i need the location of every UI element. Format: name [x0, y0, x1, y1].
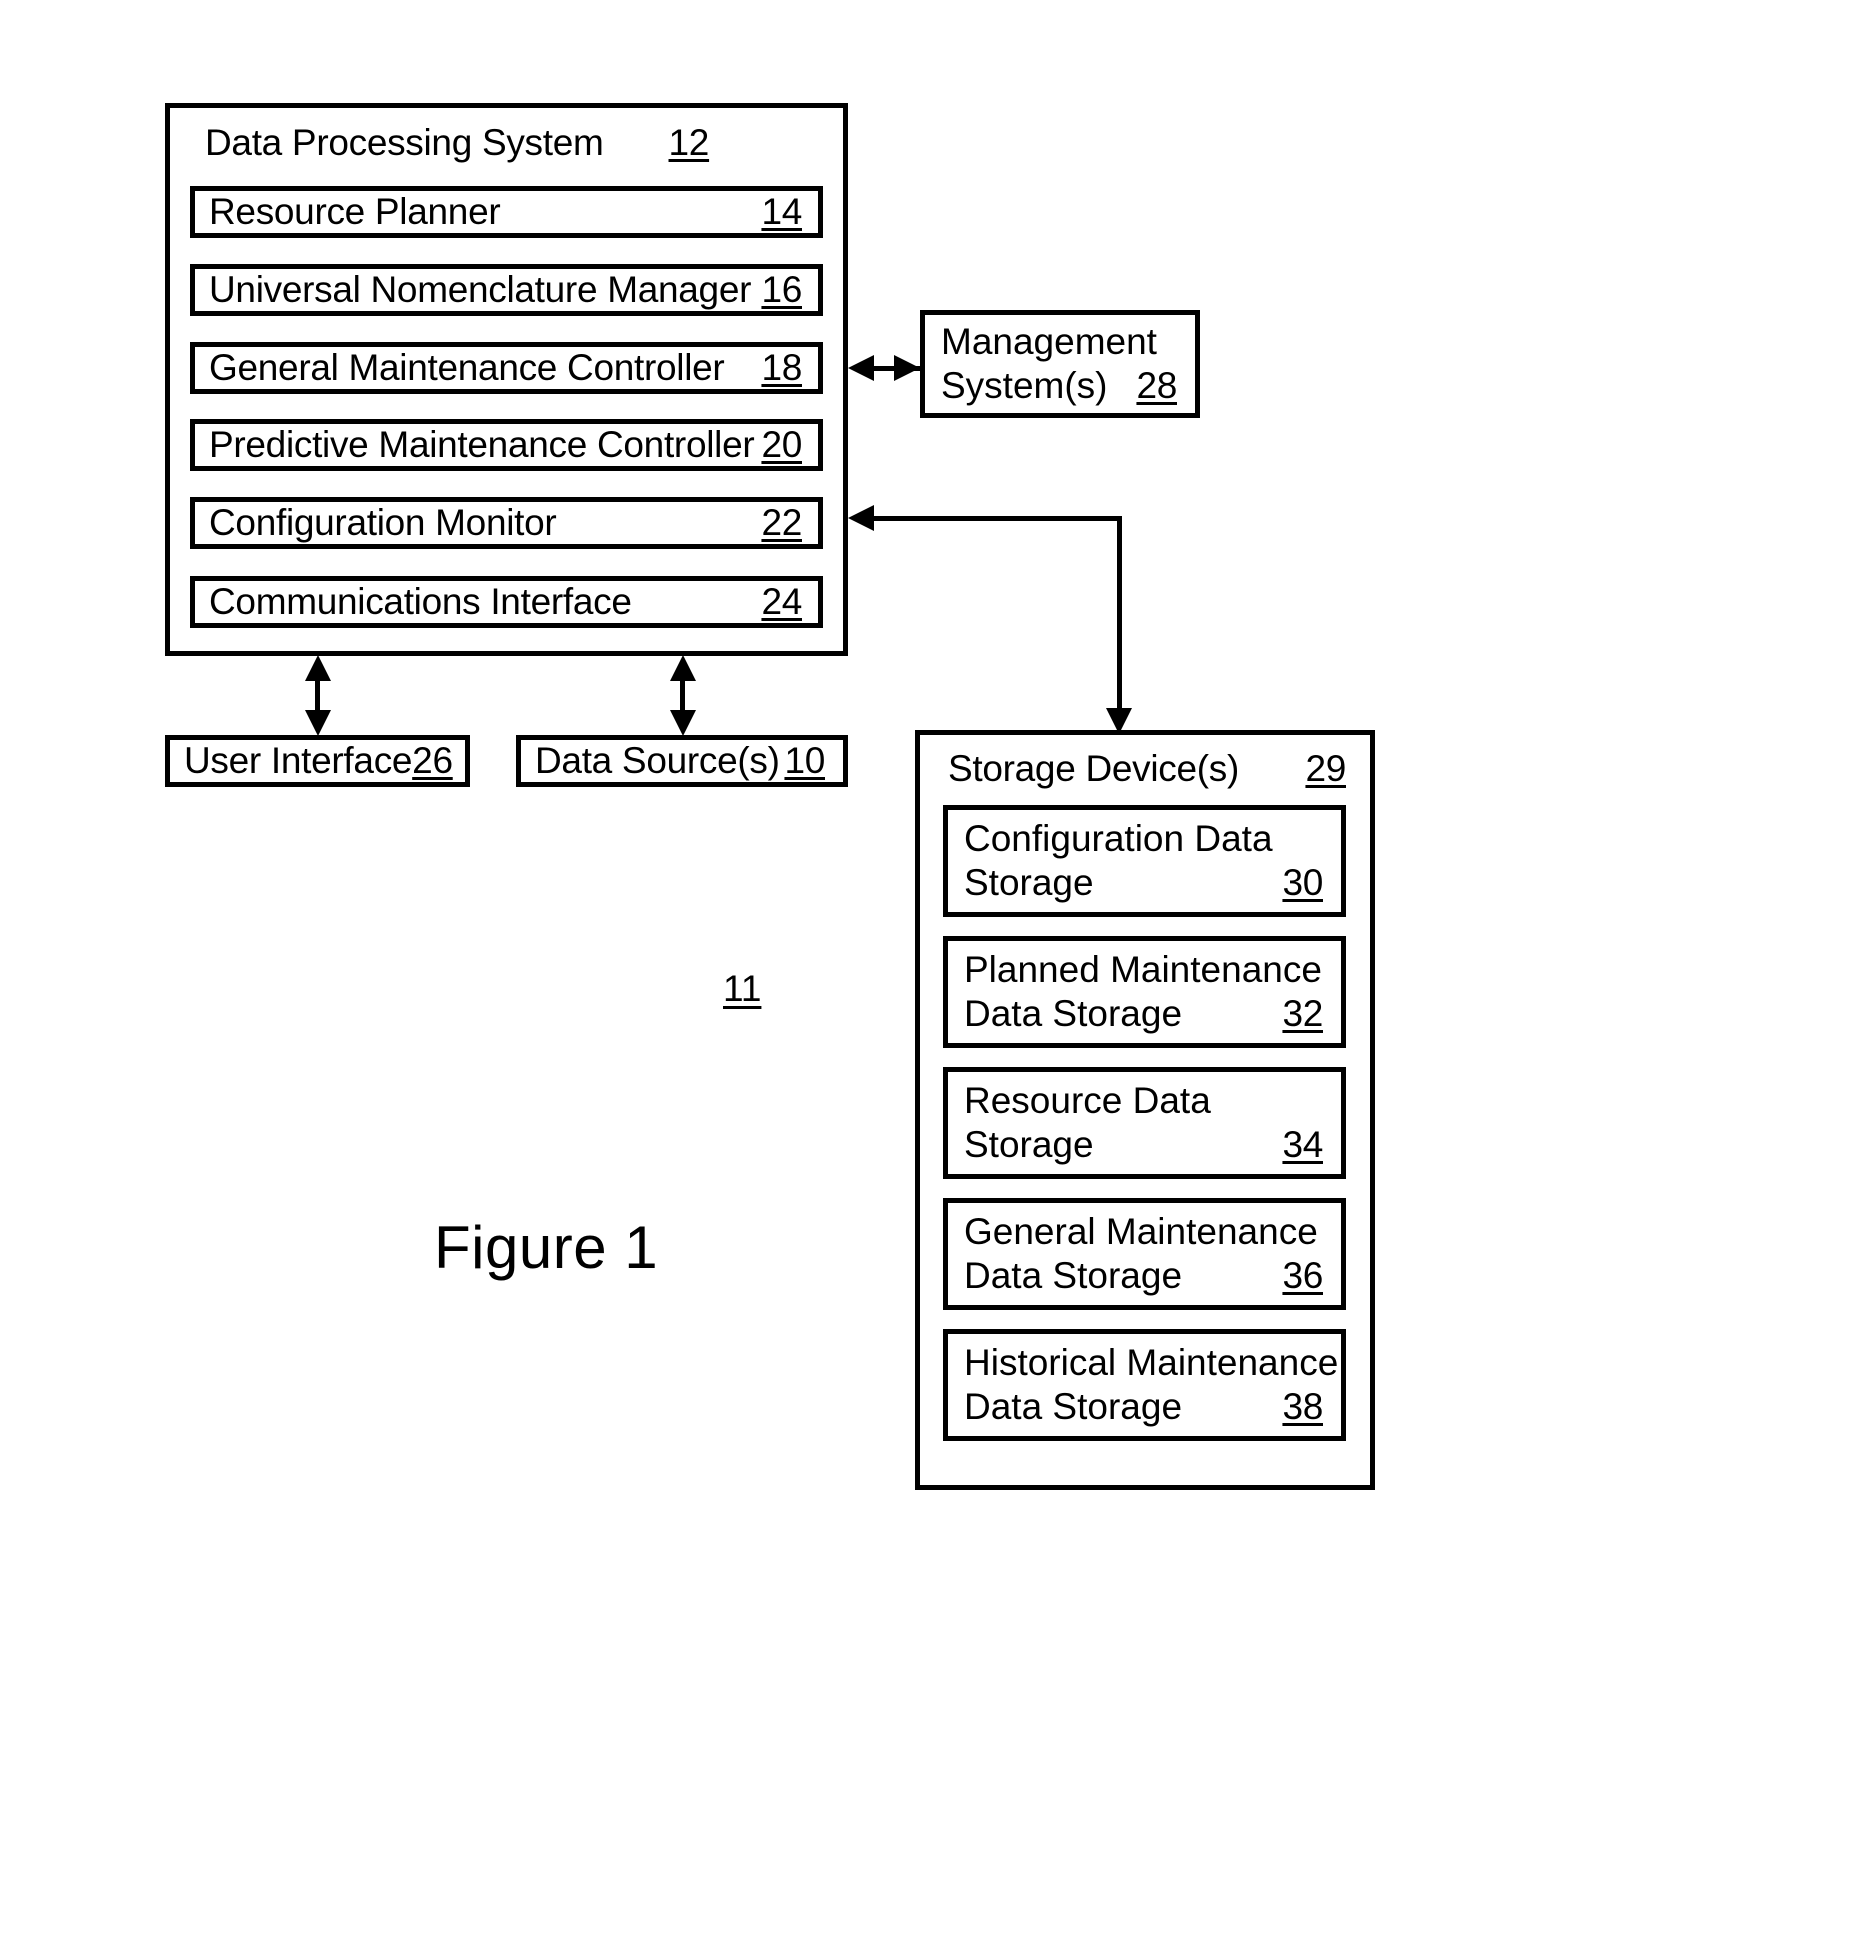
store-historical-maintenance-data-storage: Historical Maintenance Data Storage 38: [943, 1329, 1346, 1441]
module-ref: 24: [761, 581, 802, 622]
module-universal-nomenclature-manager: Universal Nomenclature Manager 16: [190, 264, 823, 316]
store-ref: 36: [1282, 1255, 1323, 1296]
module-predictive-maintenance-controller: Predictive Maintenance Controller 20: [190, 419, 823, 471]
module-label: Predictive Maintenance Controller: [209, 424, 755, 466]
storage-devices-header: Storage Device(s) 29: [948, 748, 1346, 790]
store-line2: Data Storage: [964, 993, 1183, 1034]
management-system-line2: System(s): [941, 365, 1108, 406]
system-ref-11: 11: [723, 968, 762, 1009]
data-sources-ref: 10: [784, 740, 825, 781]
data-sources-label: Data Source(s): [535, 740, 780, 782]
management-system-line1: Management: [941, 321, 1157, 363]
storage-devices-ref: 29: [1305, 748, 1346, 789]
data-processing-system-header: Data Processing System 12: [205, 122, 820, 164]
user-interface-label: User Interface: [184, 740, 413, 782]
module-general-maintenance-controller: General Maintenance Controller 18: [190, 342, 823, 394]
store-ref: 30: [1282, 862, 1323, 903]
store-general-maintenance-data-storage: General Maintenance Data Storage 36: [943, 1198, 1346, 1310]
module-ref: 16: [761, 269, 802, 310]
data-processing-system-ref: 12: [668, 122, 710, 163]
data-processing-system-title: Data Processing System: [205, 122, 604, 163]
management-system-ref: 28: [1136, 365, 1177, 406]
connector-storage-to-config-monitor-horizontal: [874, 516, 1122, 521]
store-configuration-data-storage: Configuration Data Storage 30: [943, 805, 1346, 917]
connector-trunk-vertical: [1117, 516, 1122, 714]
module-label: Universal Nomenclature Manager: [209, 269, 752, 311]
module-resource-planner: Resource Planner 14: [190, 186, 823, 238]
connector-dps-datasource-arrow-up: [670, 655, 696, 681]
connector-dps-datasource-arrow-down: [670, 710, 696, 736]
module-ref: 22: [761, 502, 802, 543]
store-line1: Configuration Data: [964, 818, 1273, 860]
connector-dps-management-arrow-right: [894, 355, 920, 381]
data-sources-box: Data Source(s) 10: [516, 735, 848, 787]
store-line2: Data Storage: [964, 1255, 1183, 1296]
module-communications-interface: Communications Interface 24: [190, 576, 823, 628]
module-label: Resource Planner: [209, 191, 501, 233]
module-label: General Maintenance Controller: [209, 347, 725, 389]
module-ref: 14: [761, 191, 802, 232]
store-resource-data-storage: Resource Data Storage 34: [943, 1067, 1346, 1179]
store-planned-maintenance-data-storage: Planned Maintenance Data Storage 32: [943, 936, 1346, 1048]
figure-caption: Figure 1: [434, 1214, 659, 1281]
module-label: Configuration Monitor: [209, 502, 557, 544]
store-line1: Historical Maintenance: [964, 1342, 1339, 1384]
storage-devices-title: Storage Device(s): [948, 748, 1240, 789]
store-line2: Storage: [964, 1124, 1094, 1165]
connector-storage-to-config-monitor-arrow: [848, 505, 874, 531]
store-line1: General Maintenance: [964, 1211, 1318, 1253]
store-line1: Resource Data: [964, 1080, 1211, 1122]
module-label: Communications Interface: [209, 581, 632, 623]
store-ref: 32: [1282, 993, 1323, 1034]
connector-dps-management-arrow-left: [848, 355, 874, 381]
connector-dps-ui-arrow-down: [305, 710, 331, 736]
store-line2: Storage: [964, 862, 1094, 903]
module-configuration-monitor: Configuration Monitor 22: [190, 497, 823, 549]
module-ref: 20: [761, 424, 802, 465]
store-line2: Data Storage: [964, 1386, 1183, 1427]
connector-dps-ui-arrow-up: [305, 655, 331, 681]
module-ref: 18: [761, 347, 802, 388]
store-ref: 38: [1282, 1386, 1323, 1427]
store-ref: 34: [1282, 1124, 1323, 1165]
user-interface-box: User Interface 26: [165, 735, 470, 787]
user-interface-ref: 26: [412, 740, 453, 781]
store-line1: Planned Maintenance: [964, 949, 1322, 991]
management-system-box: Management System(s) 28: [920, 310, 1200, 418]
patent-figure-1: Data Processing System 12 Resource Plann…: [0, 0, 1872, 1950]
